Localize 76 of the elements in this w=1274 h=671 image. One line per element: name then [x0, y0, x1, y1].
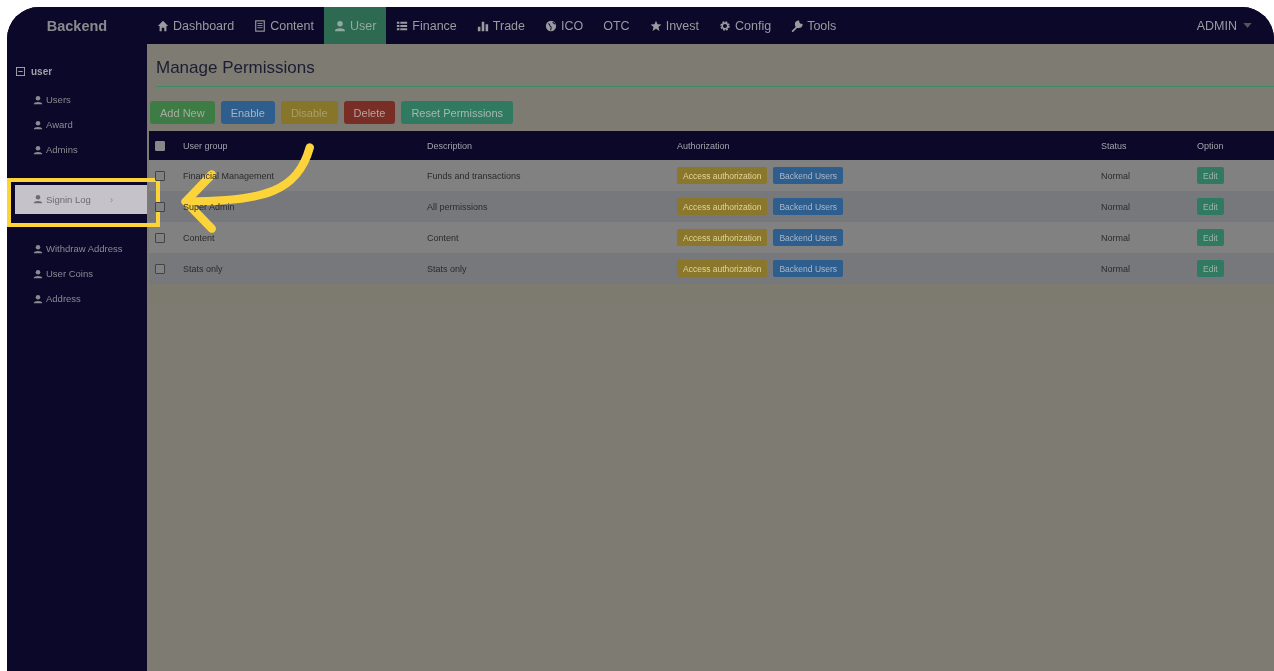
sidebar-item[interactable]: Signin Log › — [15, 184, 147, 214]
house-icon — [157, 19, 169, 32]
sidebar-item[interactable]: Award — [7, 119, 73, 130]
nav-tab[interactable]: Dashboard — [147, 7, 245, 44]
sidebar-item[interactable]: Withdraw Address — [7, 243, 123, 254]
collapse-icon[interactable] — [16, 67, 25, 76]
action-button[interactable]: Access authorization — [677, 229, 768, 246]
sidebar-item[interactable]: Admins — [7, 144, 78, 155]
toolbar-button[interactable]: Add New — [150, 101, 215, 124]
star-icon — [649, 19, 662, 32]
action-button[interactable]: Access authorization — [677, 260, 768, 277]
action-button[interactable]: Access authorization — [677, 198, 768, 215]
column-header: Authorization — [677, 140, 730, 151]
edit-button[interactable]: Edit — [1197, 229, 1224, 246]
nav-tab[interactable]: Config — [709, 7, 782, 44]
table-cell: Normal — [1101, 232, 1130, 243]
table-cell: Content — [427, 232, 459, 243]
action-button[interactable]: Backend Users — [773, 167, 844, 184]
person-icon — [33, 194, 43, 204]
column-header: Option — [1197, 140, 1224, 151]
checkbox[interactable] — [155, 140, 165, 151]
table-cell: Normal — [1101, 263, 1130, 274]
person-icon — [33, 268, 43, 279]
person-icon — [33, 119, 43, 130]
checkbox[interactable] — [155, 170, 165, 181]
sidebar-item[interactable]: Address — [7, 293, 81, 304]
table-cell: Content — [183, 232, 215, 243]
wrench-icon — [791, 19, 804, 32]
nav-tab[interactable]: Trade — [466, 7, 536, 44]
brand-title: Backend — [45, 16, 109, 36]
column-header: Status — [1101, 140, 1127, 151]
account-menu[interactable]: ADMIN — [1196, 7, 1274, 44]
table-cell: Stats only — [183, 263, 223, 274]
column-header: User group — [183, 140, 228, 151]
nav-tab[interactable]: User — [323, 7, 387, 44]
column-header: Description — [427, 140, 473, 151]
globe-icon — [545, 19, 558, 32]
table-cell: Normal — [1101, 170, 1130, 181]
list-icon — [396, 19, 409, 32]
person-icon — [33, 293, 43, 304]
sidebar-group-title: user — [31, 66, 53, 77]
checkbox[interactable] — [155, 263, 165, 274]
page-title: Manage Permissions — [156, 44, 1274, 87]
person-icon — [33, 243, 43, 254]
checkbox[interactable] — [155, 201, 165, 212]
edit-button[interactable]: Edit — [1197, 198, 1224, 215]
nav-tab[interactable]: ICO — [535, 7, 594, 44]
nav-tab[interactable]: Content — [244, 7, 324, 44]
caret-icon — [1243, 23, 1252, 28]
nav-tab[interactable]: OTC — [593, 7, 640, 44]
person-icon — [33, 144, 43, 155]
edit-button[interactable]: Edit — [1197, 167, 1224, 184]
settings-icon — [719, 19, 731, 32]
table-cell: Funds and transactions — [427, 170, 521, 181]
sidebar-item[interactable]: User Coins — [7, 268, 93, 279]
toolbar-button[interactable]: Enable — [220, 101, 275, 124]
toolbar-button[interactable]: Delete — [343, 101, 396, 124]
nav-tab[interactable]: Finance — [386, 7, 467, 44]
action-button[interactable]: Backend Users — [773, 229, 844, 246]
table-cell: Stats only — [427, 263, 467, 274]
bar-chart-icon — [476, 19, 489, 32]
person-icon — [33, 94, 43, 105]
action-button[interactable]: Access authorization — [677, 167, 768, 184]
table-cell: All permissions — [427, 201, 488, 212]
action-button[interactable]: Backend Users — [773, 198, 844, 215]
nav-tab[interactable]: Invest — [639, 7, 709, 44]
person-icon — [333, 19, 346, 32]
checkbox[interactable] — [155, 232, 165, 243]
sidebar-item[interactable]: Users — [7, 94, 71, 105]
nav-tab[interactable]: Tools — [781, 7, 847, 44]
toolbar-button[interactable]: Reset Permissions — [401, 101, 514, 124]
edit-button[interactable]: Edit — [1197, 260, 1224, 277]
document-icon — [254, 19, 267, 32]
table-cell: Super Admin — [183, 201, 235, 212]
table-cell: Normal — [1101, 201, 1130, 212]
action-button[interactable]: Backend Users — [773, 260, 844, 277]
